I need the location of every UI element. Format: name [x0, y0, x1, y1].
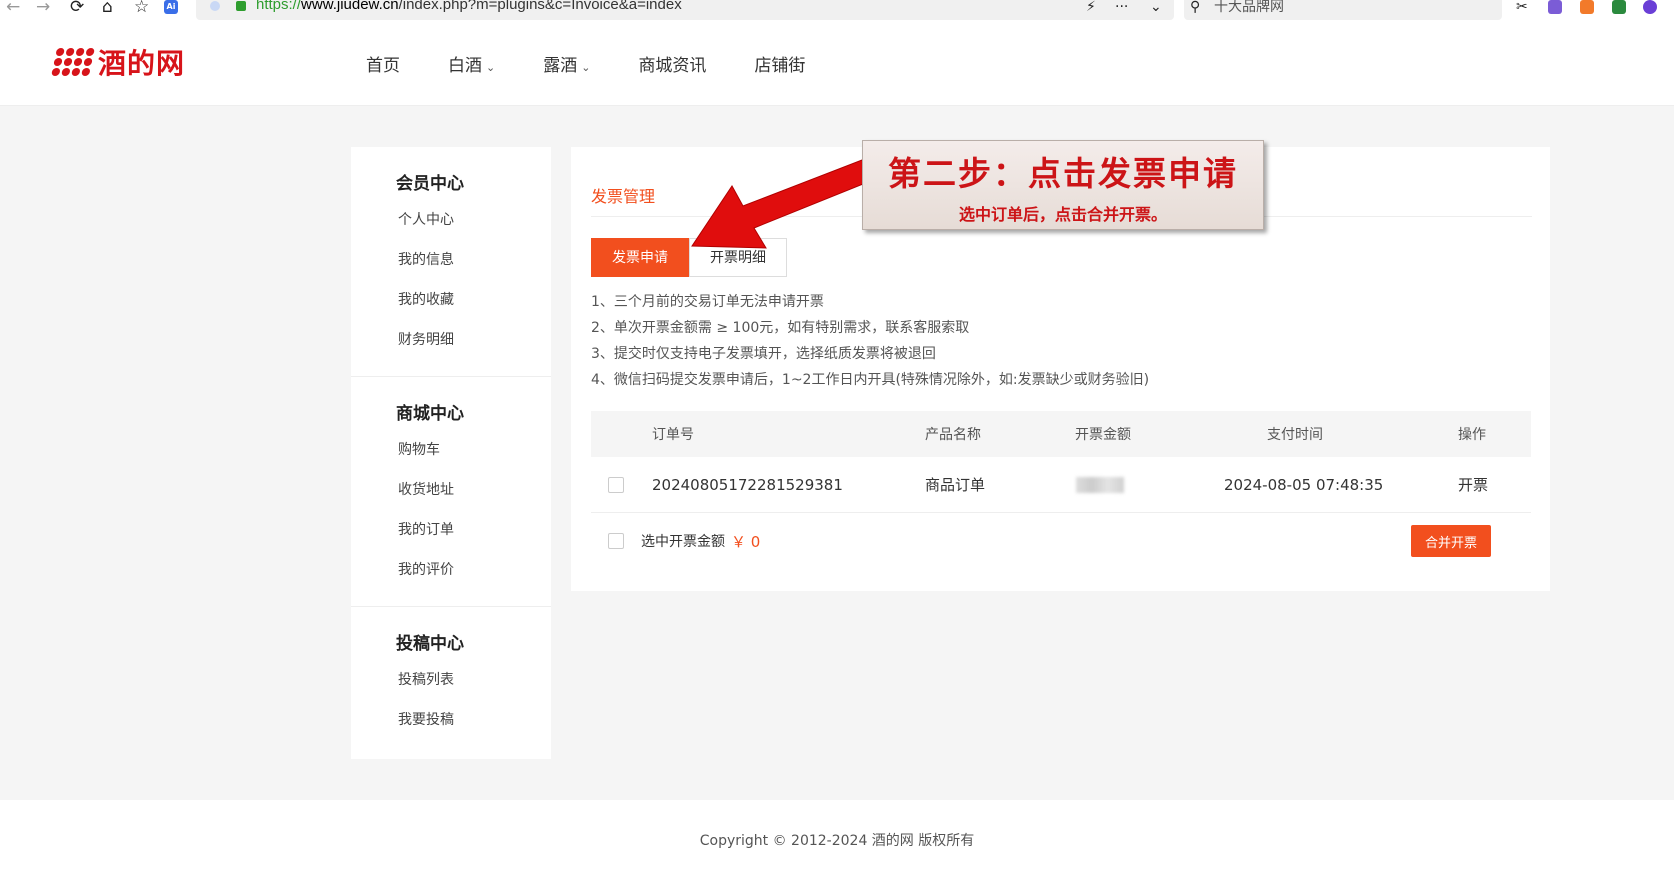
sidebar-section-member: 会员中心 个人中心 我的信息 我的收藏 财务明细 — [351, 147, 551, 376]
chevron-down-icon[interactable]: ⌄ — [1150, 0, 1162, 17]
profile-icon[interactable] — [1643, 0, 1657, 14]
search-text[interactable]: 十大品牌网 — [1214, 0, 1284, 16]
site-logo[interactable]: 酒的网 — [51, 42, 186, 82]
reload-icon[interactable]: ⟳ — [70, 0, 84, 17]
nav-item-news[interactable]: 商城资讯 — [638, 51, 706, 76]
nav-item-lujiu[interactable]: 露酒 ⌄ — [543, 51, 590, 76]
header-amount: 开票金额 — [1075, 427, 1131, 443]
site-info-icon[interactable] — [210, 1, 220, 11]
select-all-checkbox[interactable] — [608, 533, 624, 549]
annotation-subtitle: 选中订单后，点击合并开票。 — [958, 205, 1167, 224]
chevron-down-icon: ⌄ — [486, 60, 496, 74]
order-number: 20240805172281529381 — [652, 475, 843, 494]
header-action: 操作 — [1458, 427, 1486, 443]
pay-time: 2024-08-05 07:48:35 — [1224, 475, 1384, 494]
sidebar: 会员中心 个人中心 我的信息 我的收藏 财务明细 商城中心 购物车 收货地址 我… — [351, 147, 551, 759]
chevron-down-icon: ⌄ — [581, 60, 591, 74]
sidebar-item-favorites[interactable]: 我的收藏 — [396, 280, 551, 320]
page-footer: Copyright © 2012-2024 酒的网 版权所有 — [0, 800, 1674, 876]
translate-icon[interactable] — [1548, 0, 1562, 14]
sidebar-item-orders[interactable]: 我的订单 — [396, 510, 551, 550]
sidebar-item-profile[interactable]: 个人中心 — [396, 200, 551, 240]
table-row: 20240805172281529381 商品订单 2024-08-05 07:… — [591, 457, 1531, 513]
sidebar-section-mall: 商城中心 购物车 收货地址 我的订单 我的评价 — [351, 376, 551, 606]
nav-item-shops[interactable]: 店铺街 — [754, 51, 805, 76]
merge-invoice-button[interactable]: 合并开票 — [1411, 525, 1491, 557]
sidebar-item-finance[interactable]: 财务明细 — [396, 320, 551, 360]
sidebar-item-address[interactable]: 收货地址 — [396, 470, 551, 510]
word-icon[interactable] — [1612, 0, 1626, 14]
sidebar-item-reviews[interactable]: 我的评价 — [396, 550, 551, 590]
notes-list: 1、三个月前的交易订单无法申请开票 2、单次开票金额需 ≥ 100元，如有特别需… — [591, 289, 1149, 393]
sidebar-item-my-info[interactable]: 我的信息 — [396, 240, 551, 280]
browser-toolbar: ← → ⟳ ⌂ ☆ Ai https://www.jiudew.cn/index… — [0, 0, 1674, 20]
product-name: 商品订单 — [925, 476, 986, 494]
url-text[interactable]: https://www.jiudew.cn/index.php?m=plugin… — [256, 0, 682, 13]
lock-icon — [236, 1, 246, 11]
header-product: 产品名称 — [925, 427, 981, 443]
site-header: 酒的网 首页 白酒 ⌄ 露酒 ⌄ 商城资讯 店铺街 — [0, 20, 1674, 106]
annotation-arrow-icon — [691, 159, 874, 249]
more-icon[interactable]: ··· — [1115, 0, 1128, 17]
summary-row: 选中开票金额 ￥ 0 合并开票 — [591, 513, 1531, 569]
tab-invoice-apply[interactable]: 发票申请 — [591, 238, 689, 277]
table-header: 订单号 产品名称 开票金额 支付时间 操作 — [591, 411, 1531, 457]
home-icon[interactable]: ⌂ — [102, 0, 113, 17]
favorites-icon[interactable]: ☆ — [134, 0, 149, 17]
logo-dots-icon — [51, 48, 95, 76]
lightning-icon[interactable]: ⚡ — [1086, 0, 1096, 17]
page-title: 发票管理 — [591, 187, 656, 206]
sidebar-item-submit[interactable]: 我要投稿 — [396, 700, 551, 740]
nav-item-baijiu[interactable]: 白酒 ⌄ — [448, 51, 495, 76]
note-item: 4、微信扫码提交发票申请后，1~2工作日内开具(特殊情况除外，如:发票缺少或财务… — [591, 372, 1150, 388]
selected-amount-value: ￥ 0 — [731, 532, 761, 551]
sidebar-title: 投稿中心 — [396, 634, 464, 654]
nav-item-home[interactable]: 首页 — [366, 51, 400, 76]
header-pay-time: 支付时间 — [1267, 427, 1323, 443]
selected-amount: 选中开票金额 ￥ 0 — [641, 532, 761, 551]
sidebar-title: 商城中心 — [396, 404, 464, 424]
ai-icon[interactable]: Ai — [164, 0, 178, 14]
header-order-no: 订单号 — [652, 427, 694, 443]
scissors-icon[interactable]: ✂ — [1516, 0, 1528, 17]
annotation-callout: 第二步：点击发票申请 选中订单后，点击合并开票。 — [862, 140, 1264, 230]
forward-icon[interactable]: → — [36, 0, 50, 17]
note-item: 2、单次开票金额需 ≥ 100元，如有特别需求，联系客服索取 — [591, 320, 970, 336]
row-checkbox[interactable] — [608, 476, 624, 493]
sidebar-title: 会员中心 — [396, 174, 464, 194]
note-item: 1、三个月前的交易订单无法申请开票 — [591, 294, 824, 310]
game-icon[interactable] — [1580, 0, 1594, 14]
back-icon[interactable]: ← — [6, 0, 20, 17]
note-item: 3、提交时仅支持电子发票填开，选择纸质发票将被退回 — [591, 346, 936, 362]
logo-text: 酒的网 — [98, 47, 186, 80]
search-icon: ⚲ — [1190, 0, 1201, 15]
copyright-text: Copyright © 2012-2024 酒的网 版权所有 — [699, 833, 975, 849]
amount-redacted — [1076, 476, 1124, 493]
sidebar-item-submission-list[interactable]: 投稿列表 — [396, 660, 551, 700]
sidebar-item-cart[interactable]: 购物车 — [396, 430, 551, 470]
invoice-link[interactable]: 开票 — [1458, 457, 1488, 512]
sidebar-section-submission: 投稿中心 投稿列表 我要投稿 — [351, 606, 551, 756]
annotation-title: 第二步：点击发票申请 — [888, 154, 1238, 193]
main-nav: 首页 白酒 ⌄ 露酒 ⌄ 商城资讯 店铺街 — [366, 20, 853, 106]
